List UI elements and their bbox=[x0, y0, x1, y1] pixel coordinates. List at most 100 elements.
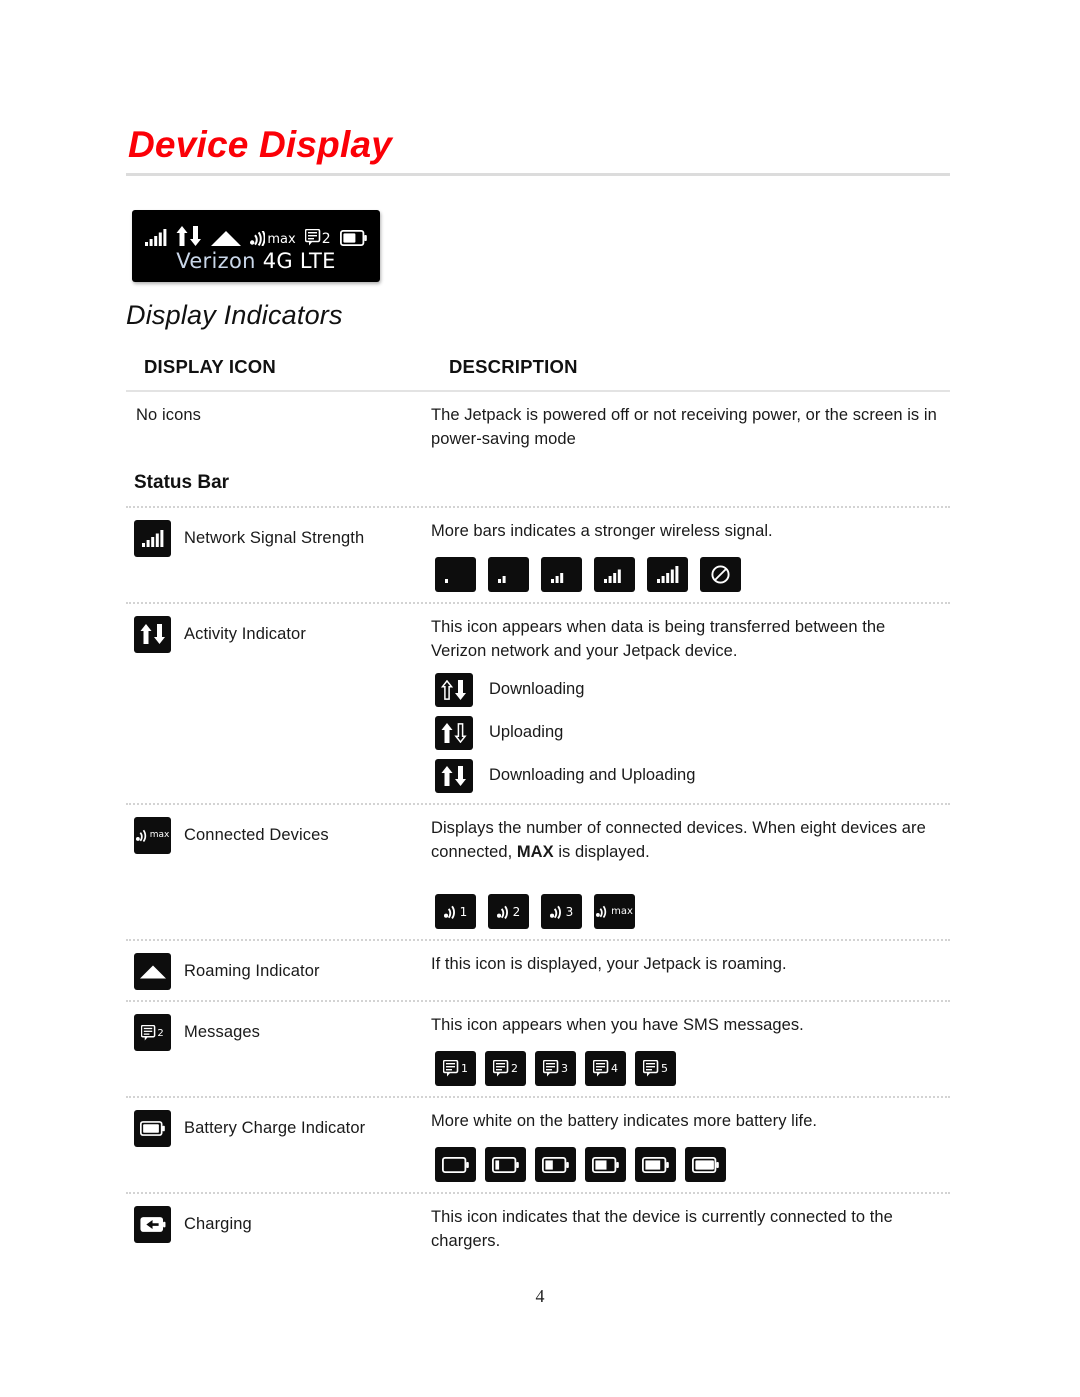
table-row: Charging This icon indicates that the de… bbox=[126, 1194, 950, 1264]
connected-devices-max-icon: max bbox=[134, 816, 171, 854]
connected-devices-count: max bbox=[611, 906, 633, 918]
messages-count: 1 bbox=[461, 1061, 468, 1075]
row-label: Charging bbox=[184, 1215, 252, 1234]
battery-100-icon bbox=[685, 1147, 726, 1183]
row-description: More bars indicates a stronger wireless … bbox=[431, 521, 773, 540]
row-label: Roaming Indicator bbox=[184, 962, 320, 981]
row-description-cell: This icon appears when data is being tra… bbox=[431, 616, 950, 793]
carrier-name: Verizon bbox=[176, 248, 263, 273]
row-label: Activity Indicator bbox=[184, 624, 306, 643]
row-description: The Jetpack is powered off or not receiv… bbox=[431, 406, 937, 448]
row-divider bbox=[126, 1000, 950, 1003]
row-divider bbox=[126, 1096, 950, 1099]
messages-1-icon: 1 bbox=[435, 1051, 476, 1087]
header-display-icon: DISPLAY ICON bbox=[144, 356, 276, 377]
connected-devices-3-icon: 3 bbox=[541, 894, 582, 930]
messages-count-label: 2 bbox=[321, 230, 331, 247]
table-header-row: DISPLAY ICON DESCRIPTION bbox=[126, 348, 950, 390]
row-icon-cell: 2 Messages bbox=[126, 1014, 431, 1086]
row-divider bbox=[126, 601, 950, 604]
table-row: No icons The Jetpack is powered off or n… bbox=[126, 392, 950, 462]
row-description-cell: More bars indicates a stronger wireless … bbox=[431, 520, 950, 592]
messages-4-icon: 4 bbox=[585, 1051, 626, 1087]
row-icon-cell: Charging bbox=[126, 1206, 431, 1254]
row-icon-cell: Battery Charge Indicator bbox=[126, 1110, 431, 1182]
jetpack-status-icons: max 2 bbox=[145, 222, 367, 247]
messages-count: 3 bbox=[561, 1061, 568, 1075]
battery-charging-icon bbox=[134, 1206, 171, 1244]
jetpack-status-screen: max 2 Verizon 4G LTE bbox=[132, 210, 380, 282]
row-icon-cell: max Connected Devices bbox=[126, 816, 431, 930]
connected-devices-count: 3 bbox=[565, 904, 574, 919]
battery-20-icon bbox=[485, 1147, 526, 1183]
battery-40-icon bbox=[535, 1147, 576, 1183]
row-label: Messages bbox=[184, 1023, 261, 1042]
messages-count: 4 bbox=[611, 1061, 618, 1075]
signal-3-bars-icon bbox=[541, 556, 582, 592]
connected-devices-2-icon: 2 bbox=[488, 894, 529, 930]
table-row: Battery Charge Indicator More white on t… bbox=[126, 1098, 950, 1192]
downloading-uploading-icon bbox=[435, 758, 473, 793]
battery-icon bbox=[134, 1110, 171, 1148]
messages-3-icon: 3 bbox=[535, 1051, 576, 1087]
activity-mode-label: Downloading and Uploading bbox=[489, 766, 696, 785]
connected-devices-variant-row: 1 2 3 max bbox=[431, 894, 944, 930]
table-row: Roaming Indicator If this icon is displa… bbox=[126, 941, 950, 1000]
network-type: 4G LTE bbox=[262, 248, 336, 273]
signal-bars-icon bbox=[145, 228, 167, 246]
page-title: Device Display bbox=[128, 124, 393, 165]
table-row: Network Signal Strength More bars indica… bbox=[126, 508, 950, 602]
messages-count: 5 bbox=[661, 1061, 668, 1075]
row-description: If this icon is displayed, your Jetpack … bbox=[431, 955, 787, 974]
roaming-triangle-icon bbox=[211, 230, 242, 246]
uploading-icon bbox=[435, 715, 473, 750]
row-description-part1: Displays the number of connected devices… bbox=[431, 818, 926, 861]
row-divider bbox=[126, 505, 950, 508]
messages-count: 2 bbox=[511, 1061, 518, 1075]
messages-2-icon: 2 bbox=[134, 1014, 171, 1052]
signal-variant-row bbox=[431, 556, 944, 592]
connected-devices-count: 1 bbox=[459, 904, 468, 919]
row-label: Network Signal Strength bbox=[184, 528, 365, 547]
table-row: 2 Messages This icon appears when you ha… bbox=[126, 1002, 950, 1096]
section-subtitle: Display Indicators bbox=[126, 300, 343, 330]
row-icon-cell: Network Signal Strength bbox=[126, 519, 431, 592]
activity-mode-label: Uploading bbox=[489, 723, 564, 742]
battery-60-icon bbox=[585, 1147, 626, 1183]
row-description-bold: MAX bbox=[516, 842, 554, 861]
battery-0-icon bbox=[435, 1147, 476, 1183]
row-description-cell: This icon indicates that the device is c… bbox=[431, 1206, 950, 1254]
row-description: More white on the battery indicates more… bbox=[431, 1112, 818, 1131]
display-indicators-table: DISPLAY ICON DESCRIPTION No icons The Je… bbox=[126, 348, 950, 1264]
activity-mode-downloading: Downloading bbox=[431, 672, 944, 707]
row-description-cell: This icon appears when you have SMS mess… bbox=[431, 1014, 950, 1087]
row-description: Displays the number of connected devices… bbox=[431, 817, 944, 865]
connected-devices-label: max bbox=[267, 231, 296, 247]
activity-mode-uploading: Uploading bbox=[431, 715, 944, 750]
activity-updown-icon bbox=[134, 615, 171, 653]
row-description: This icon indicates that the device is c… bbox=[431, 1208, 893, 1251]
battery-80-icon bbox=[635, 1147, 676, 1183]
title-divider bbox=[126, 172, 950, 176]
signal-0-bars-icon bbox=[435, 556, 476, 592]
messages-5-icon: 5 bbox=[635, 1051, 676, 1087]
row-description-part2: is displayed. bbox=[553, 842, 650, 861]
row-description: This icon appears when data is being tra… bbox=[431, 617, 886, 660]
messages-count: 2 bbox=[157, 1027, 164, 1039]
row-label: Connected Devices bbox=[184, 825, 329, 844]
page-title-block: Device Display bbox=[126, 124, 950, 176]
row-icon-cell: Roaming Indicator bbox=[126, 953, 431, 991]
group-heading-status-bar: Status Bar bbox=[134, 471, 230, 493]
connected-devices-1-icon: 1 bbox=[435, 894, 476, 930]
row-icon-cell: No icons bbox=[126, 404, 431, 452]
row-description-cell: More white on the battery indicates more… bbox=[431, 1110, 950, 1183]
row-divider bbox=[126, 939, 950, 942]
page-number: 4 bbox=[535, 1286, 545, 1306]
row-description-cell: If this icon is displayed, your Jetpack … bbox=[431, 953, 950, 990]
connected-devices-label: max bbox=[149, 829, 170, 840]
roaming-triangle-icon bbox=[134, 953, 171, 991]
signal-5-bars-icon bbox=[647, 556, 688, 592]
row-label: No icons bbox=[136, 406, 201, 424]
signal-2-bars-icon bbox=[488, 556, 529, 592]
messages-2-icon: 2 bbox=[304, 228, 331, 247]
